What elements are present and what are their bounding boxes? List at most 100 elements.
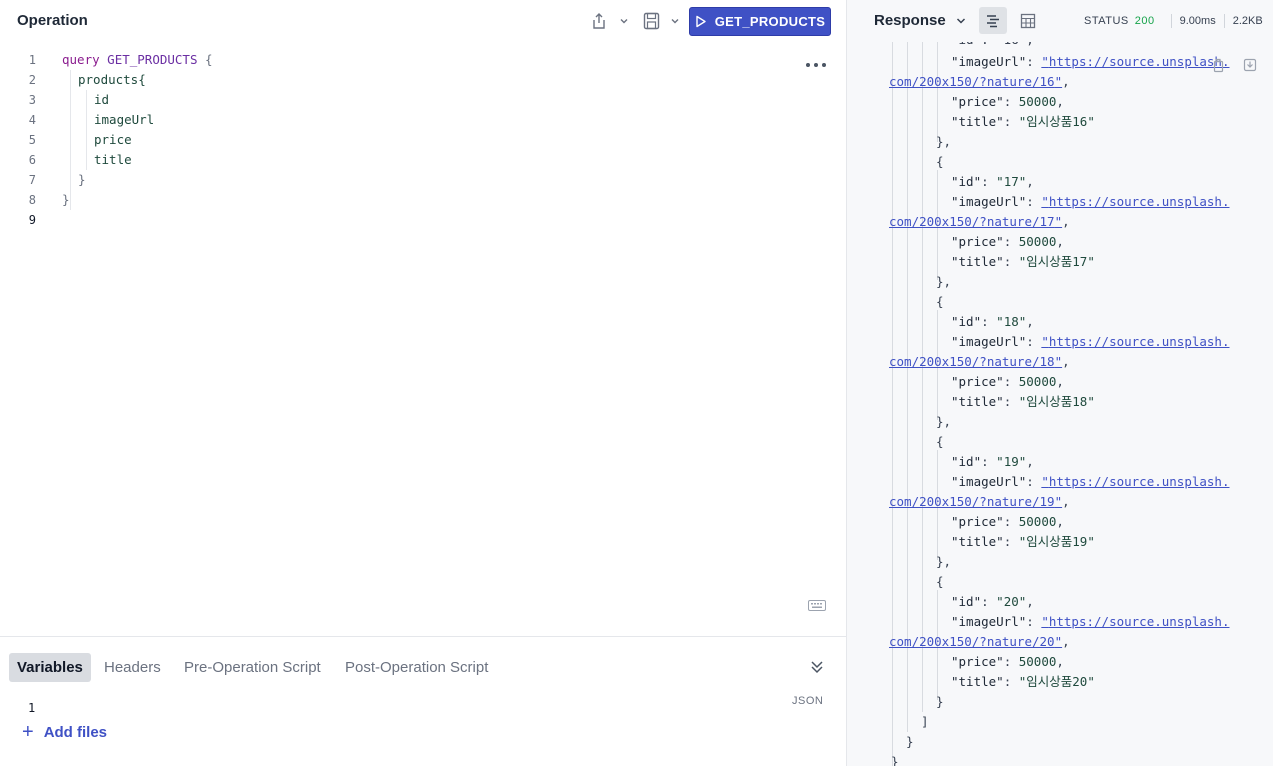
more-icon: [806, 63, 810, 67]
response-status: STATUS 200 9.00ms 2.2KB: [1084, 14, 1263, 28]
code-line: 3 id: [0, 90, 800, 110]
json-line: {: [936, 294, 944, 309]
code-line: 1 query GET_PRODUCTS {: [0, 50, 800, 70]
json-link[interactable]: "https://source.unsplash.: [1041, 614, 1229, 629]
code-line: 6 title: [0, 150, 800, 170]
json-link[interactable]: "https://source.unsplash.: [1041, 194, 1229, 209]
plus-icon: +: [22, 721, 34, 743]
response-title: Response: [874, 12, 946, 29]
json-line: {: [936, 434, 944, 449]
code-line: 2 products{: [0, 70, 800, 90]
line-number: 9: [28, 213, 36, 227]
indent-guide: [907, 42, 908, 732]
code-line: 4 imageUrl: [0, 110, 800, 130]
table-view-button[interactable]: [1014, 7, 1042, 34]
chevron-down-icon: [620, 19, 628, 24]
add-files-label: Add files: [43, 723, 108, 741]
save-icon: [643, 12, 660, 30]
tab-post-operation-script[interactable]: Post-Operation Script: [345, 653, 488, 682]
copy-icon[interactable]: [1211, 57, 1225, 73]
indent-guide: [937, 42, 938, 142]
line-number: 1: [28, 53, 36, 67]
code-line: 7 }: [0, 170, 800, 190]
save-menu-button[interactable]: [643, 10, 682, 32]
code-text: title: [94, 152, 132, 167]
line-number: 8: [28, 193, 36, 207]
download-icon[interactable]: [1243, 57, 1257, 73]
response-view-selector[interactable]: Response: [874, 12, 968, 29]
status-code: 200: [1134, 15, 1155, 27]
response-panel: "id": "16", "imageUrl": "https://source.…: [847, 0, 1273, 766]
code-text: }: [78, 172, 86, 187]
line-number: 2: [28, 73, 36, 87]
text-lines-icon: [987, 14, 999, 27]
json-link[interactable]: "https://source.unsplash.: [1041, 474, 1229, 489]
divider: [1170, 14, 1172, 28]
json-line: com/200x150/?nature/17",: [889, 214, 1070, 229]
keyboard-icon[interactable]: [808, 600, 826, 611]
operation-editor[interactable]: 1 query GET_PRODUCTS { 2 products{ 3 id …: [0, 50, 847, 630]
more-icon-dot: [814, 63, 818, 67]
json-line: }: [891, 754, 899, 766]
json-line: "price": 50000,: [951, 234, 1064, 249]
json-line: "title": "임시상품19": [951, 534, 1095, 549]
json-link[interactable]: com/200x150/?nature/18": [889, 354, 1062, 369]
code-line: 5 price: [0, 130, 800, 150]
json-label: JSON: [792, 695, 824, 707]
json-line: "imageUrl": "https://source.unsplash.: [951, 474, 1230, 489]
line-number: 4: [28, 113, 36, 127]
response-header: Response STATUS 200 9.00ms 2.2KB: [847, 0, 1273, 42]
tab-variables[interactable]: Variables: [9, 653, 91, 682]
json-line: "title": "임시상품20": [951, 674, 1095, 689]
run-operation-label: GET_PRODUCTS: [714, 14, 826, 29]
json-line: },: [936, 134, 952, 149]
json-line: "price": 50000,: [951, 94, 1064, 109]
code-line: 8 }: [0, 190, 800, 210]
json-line: "id": "19",: [951, 454, 1034, 469]
divider: [1223, 14, 1225, 28]
json-line: }: [936, 694, 944, 709]
code-text: id: [94, 92, 110, 107]
add-files-button[interactable]: + Add files: [22, 721, 107, 743]
chevron-double-down-icon[interactable]: [809, 659, 825, 675]
chevron-down-icon: [956, 17, 965, 24]
run-operation-button[interactable]: GET_PRODUCTS: [689, 7, 831, 36]
json-line: com/200x150/?nature/20",: [889, 634, 1070, 649]
indent-guide: [922, 42, 923, 712]
json-line: "imageUrl": "https://source.unsplash.: [951, 334, 1230, 349]
json-line: },: [936, 554, 952, 569]
tab-pre-operation-script[interactable]: Pre-Operation Script: [184, 653, 321, 682]
json-line: "title": "임시상품17": [951, 254, 1095, 269]
json-link[interactable]: com/200x150/?nature/20": [889, 634, 1062, 649]
json-line: "imageUrl": "https://source.unsplash.: [951, 614, 1230, 629]
status-label: STATUS: [1084, 15, 1129, 27]
share-menu-button[interactable]: [591, 10, 631, 32]
variables-section: Variables Headers Pre-Operation Script P…: [0, 636, 847, 766]
operation-header: Operation GET_PRODUCTS: [0, 0, 847, 44]
code-keyword: query: [62, 52, 100, 67]
json-line: "imageUrl": "https://source.unsplash.: [951, 54, 1230, 69]
code-operation-name: GET_PRODUCTS: [107, 52, 198, 67]
response-size: 2.2KB: [1232, 15, 1263, 27]
line-number: 5: [28, 133, 36, 147]
tab-headers[interactable]: Headers: [104, 653, 161, 682]
json-link[interactable]: com/200x150/?nature/17": [889, 214, 1062, 229]
json-link[interactable]: "https://source.unsplash.: [1041, 334, 1229, 349]
json-link[interactable]: "https://source.unsplash.: [1041, 54, 1229, 69]
operation-title: Operation: [17, 12, 88, 29]
json-line: "price": 50000,: [951, 514, 1064, 529]
table-icon: [1020, 13, 1036, 28]
json-line: "id": "17",: [951, 174, 1034, 189]
code-text: }: [62, 192, 70, 207]
json-line: {: [936, 154, 944, 169]
chevron-down-icon: [671, 19, 679, 24]
response-json-viewer[interactable]: "id": "16", "imageUrl": "https://source.…: [847, 0, 1273, 766]
json-line: {: [936, 574, 944, 589]
json-line: "id": "20",: [951, 594, 1034, 609]
code-line: 9: [0, 210, 800, 230]
json-link[interactable]: com/200x150/?nature/19": [889, 494, 1062, 509]
line-number: 6: [28, 153, 36, 167]
json-link[interactable]: com/200x150/?nature/16": [889, 74, 1062, 89]
json-view-button[interactable]: [979, 7, 1007, 34]
more-options-button[interactable]: [806, 58, 826, 72]
